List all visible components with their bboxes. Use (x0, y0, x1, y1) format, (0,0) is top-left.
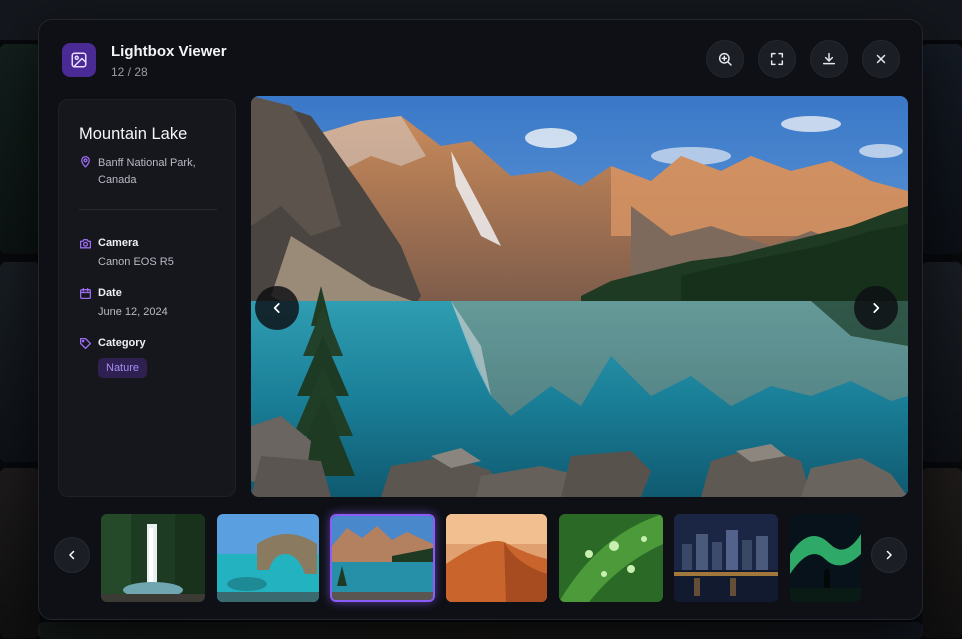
thumbnails-next-button[interactable] (871, 537, 907, 573)
photo-title: Mountain Lake (79, 125, 188, 143)
camera-value: Canon EOS R5 (98, 256, 174, 268)
thumb-city-night[interactable] (674, 514, 778, 602)
fullscreen-button[interactable] (758, 40, 796, 78)
calendar-icon (79, 287, 92, 300)
thumb-waterfall[interactable] (101, 514, 205, 602)
zoom-in-button[interactable] (706, 40, 744, 78)
chevron-left-icon (273, 303, 280, 313)
background-tile (0, 44, 40, 254)
thumb-desert-dunes[interactable] (446, 514, 547, 602)
location-pin-icon (81, 155, 90, 168)
camera-label: Camera (98, 237, 139, 249)
thumb-leaf-droplets[interactable] (559, 514, 663, 602)
main-image[interactable] (251, 96, 908, 497)
thumbnails-prev-button[interactable] (54, 537, 90, 573)
photo-location: Banff National Park, Canada (98, 157, 196, 186)
camera-icon (79, 239, 92, 249)
photo-info-panel: Mountain Lake Banff National Park, Canad… (58, 99, 236, 497)
chevron-right-icon (873, 303, 880, 313)
background-tile (922, 262, 962, 462)
background-tile (922, 468, 962, 638)
fullscreen-icon (770, 52, 784, 66)
thumb-sea-arch[interactable] (217, 514, 319, 602)
date-label: Date (98, 287, 122, 299)
image-icon (71, 52, 87, 68)
background-tile (0, 468, 40, 638)
chevron-right-icon (886, 550, 892, 560)
date-value: June 12, 2024 (98, 306, 168, 318)
close-icon (876, 54, 886, 64)
next-image-button[interactable] (854, 286, 898, 330)
zoom-in-icon (718, 52, 732, 66)
category-chip[interactable]: Nature (98, 358, 148, 378)
background-tile (922, 44, 962, 254)
tag-icon (79, 337, 92, 350)
app-icon (62, 43, 96, 77)
previous-image-button[interactable] (255, 286, 299, 330)
background-tile (38, 622, 923, 639)
chevron-left-icon (69, 550, 75, 560)
mountain-lake-image (251, 96, 908, 497)
lightbox-modal: Lightbox Viewer 12 / 28 Mountain Lake Ba… (38, 19, 923, 620)
thumb-aurora[interactable] (790, 514, 861, 602)
thumb-mountain-lake[interactable] (330, 514, 435, 602)
background-tile (0, 262, 40, 462)
close-button[interactable] (862, 40, 900, 78)
category-label: Category (98, 337, 146, 349)
divider (79, 209, 217, 210)
app-title: Lightbox Viewer (111, 43, 227, 60)
download-button[interactable] (810, 40, 848, 78)
download-icon (822, 52, 836, 65)
image-counter: 12 / 28 (111, 65, 148, 79)
